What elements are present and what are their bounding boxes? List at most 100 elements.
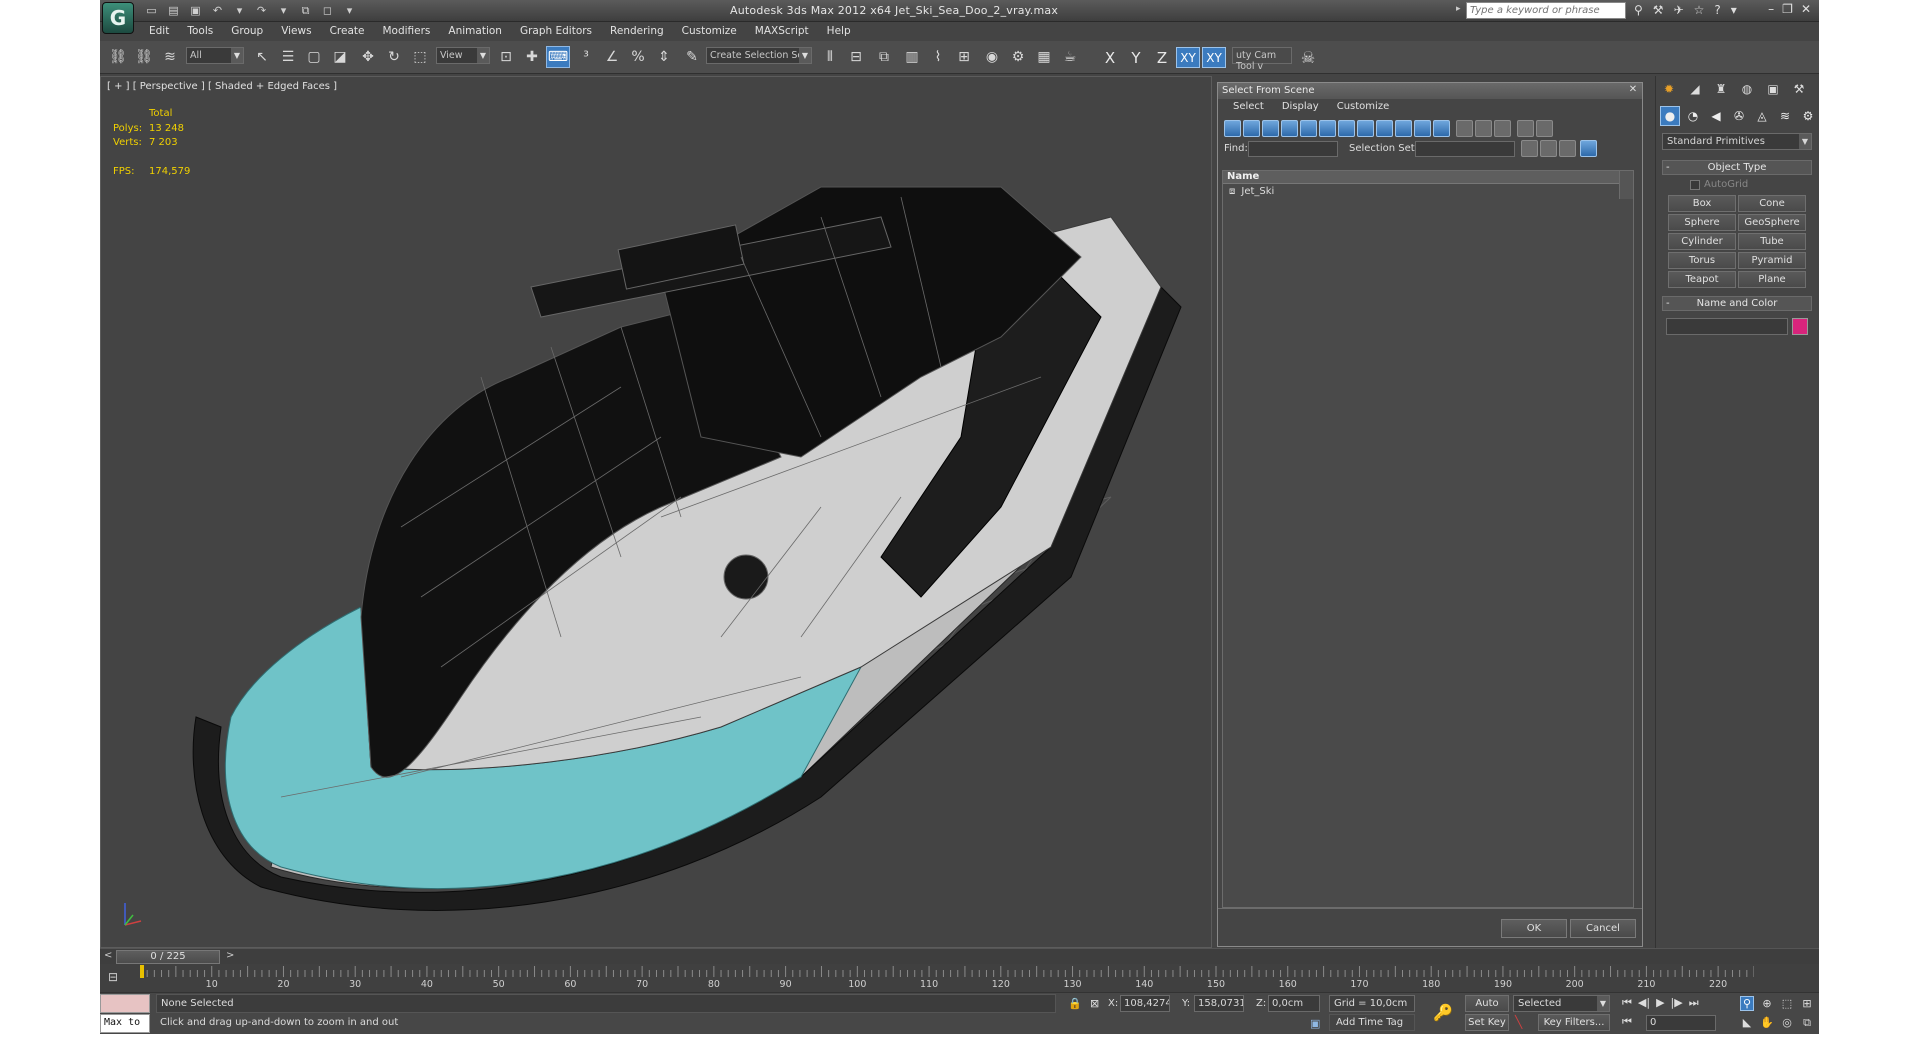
lights-icon[interactable]: ◀ (1706, 106, 1726, 126)
perspective-viewport[interactable]: [ + ] [ Perspective ] [ Shaded + Edged F… (100, 76, 1212, 948)
undo-dropdown-icon[interactable]: ▾ (232, 3, 247, 18)
mirror-icon[interactable]: ⫴ (818, 46, 842, 68)
object-name-input[interactable] (1666, 318, 1788, 335)
unlink-icon[interactable]: ⛓ (132, 46, 156, 68)
display-geometry-icon[interactable] (1224, 120, 1241, 137)
skull-icon[interactable]: ☠ (1296, 46, 1320, 68)
hold-icon[interactable]: ⧉ (298, 3, 313, 18)
custom-tool-button[interactable]: uty Cam Tool v (1232, 47, 1292, 72)
dialog-menu-customize[interactable]: Customize (1328, 99, 1399, 117)
spinner-snap-icon[interactable]: ⇕ (652, 46, 676, 68)
snaps-toggle-icon[interactable]: ³ (574, 46, 598, 68)
select-scale-icon[interactable]: ⬚ (408, 46, 432, 68)
display-tab-icon[interactable]: ▣ (1764, 80, 1782, 98)
undo-icon[interactable]: ↶ (210, 3, 225, 18)
menu-maxscript[interactable]: MAXScript (746, 22, 818, 40)
maxscript-mini-listener[interactable]: Max to (100, 1014, 150, 1033)
communication-icon[interactable]: ✈ (1674, 3, 1684, 17)
display-space-warps-icon[interactable] (1319, 120, 1336, 137)
display-groups-icon[interactable] (1338, 120, 1355, 137)
menu-create[interactable]: Create (321, 22, 374, 40)
key-mode-toggle-icon[interactable]: ⏮ (1622, 1015, 1632, 1029)
cylinder-button[interactable]: Cylinder (1668, 233, 1736, 250)
systems-icon[interactable]: ⚙ (1798, 106, 1818, 126)
render-setup-icon[interactable]: ⚙ (1006, 46, 1030, 68)
x-coord-field[interactable]: 108,4274cl (1120, 995, 1170, 1012)
menu-rendering[interactable]: Rendering (601, 22, 673, 40)
rectangular-selection-icon[interactable]: ▢ (302, 46, 326, 68)
autogrid-option[interactable]: AutoGrid (1690, 179, 1748, 190)
link-icon[interactable]: ⛓ (106, 46, 130, 68)
zoom-icon[interactable]: ⚲ (1740, 996, 1754, 1011)
cone-button[interactable]: Cone (1738, 195, 1806, 212)
maximize-viewport-icon[interactable]: ⧉ (1800, 1015, 1814, 1030)
redo-icon[interactable]: ↷ (254, 3, 269, 18)
display-bones-icon[interactable] (1376, 120, 1393, 137)
material-editor-icon[interactable]: ◉ (980, 46, 1004, 68)
dialog-menu-display[interactable]: Display (1273, 99, 1328, 117)
select-none-icon[interactable] (1540, 140, 1557, 157)
menu-graph-editors[interactable]: Graph Editors (511, 22, 601, 40)
motion-tab-icon[interactable]: ◍ (1738, 80, 1756, 98)
viewport-label-menu[interactable]: [ + ] [ Perspective ] [ Shaded + Edged F… (107, 81, 337, 92)
select-object-icon[interactable]: ↖ (250, 46, 274, 68)
restore-icon[interactable]: ❐ (1782, 2, 1793, 16)
list-header-name[interactable]: Name (1223, 171, 1633, 184)
add-time-tag-button[interactable]: Add Time Tag (1329, 1014, 1415, 1031)
display-xrefs-icon[interactable] (1357, 120, 1374, 137)
maxscript-listener-output[interactable] (100, 994, 150, 1013)
key-icon[interactable]: 🔑 (1433, 1003, 1453, 1022)
selection-filter-dropdown[interactable]: All ▼ (186, 47, 244, 64)
autogrid-checkbox[interactable] (1690, 179, 1700, 190)
menu-edit[interactable]: Edit (140, 22, 178, 40)
tube-button[interactable]: Tube (1738, 233, 1806, 250)
track-bar[interactable]: ⊟ 10 20 30 40 50 60 70 80 90 100 110 120 130 140 150 16… (100, 964, 1819, 992)
display-shapes-icon[interactable] (1243, 120, 1260, 137)
angle-snap-icon[interactable]: ∠ (600, 46, 624, 68)
layer-manager-icon[interactable]: ⧉ (872, 46, 896, 68)
bind-space-warp-icon[interactable]: ≋ (158, 46, 182, 68)
go-to-end-icon[interactable]: ⏭ (1689, 996, 1699, 1010)
subscription-icon[interactable]: ⚒ (1653, 3, 1664, 17)
favorites-icon[interactable]: ☆ (1694, 3, 1705, 17)
previous-frame-icon[interactable]: ◀| (1638, 996, 1650, 1010)
display-containers-icon[interactable] (1395, 120, 1412, 137)
sync-selection-icon[interactable] (1580, 140, 1597, 157)
select-manipulate-icon[interactable]: ✚ (520, 46, 544, 68)
select-invert-icon[interactable] (1559, 140, 1576, 157)
set-key-button[interactable]: Set Key (1465, 1014, 1509, 1031)
go-to-start-icon[interactable]: ⏮ (1622, 996, 1632, 1010)
edit-named-selection-icon[interactable]: ✎ (680, 46, 704, 68)
teapot-button[interactable]: Teapot (1668, 271, 1736, 288)
ok-button[interactable]: OK (1501, 919, 1567, 938)
select-move-icon[interactable]: ✥ (356, 46, 380, 68)
search-expand-icon[interactable]: ▸ (1456, 4, 1461, 14)
helpers-icon[interactable]: ◬ (1752, 106, 1772, 126)
percent-snap-icon[interactable]: % (626, 46, 650, 68)
next-frame-icon[interactable]: |▶ (1671, 996, 1683, 1010)
current-frame-field[interactable]: 0 (1646, 1015, 1716, 1031)
orbit-icon[interactable]: ◎ (1780, 1015, 1794, 1030)
cameras-icon[interactable]: ✇ (1729, 106, 1749, 126)
graphite-ribbon-icon[interactable]: ▥ (900, 46, 924, 68)
time-slider-prev-icon[interactable]: < (104, 950, 112, 961)
zoom-extents-all-icon[interactable]: ⊞ (1800, 996, 1814, 1011)
menu-animation[interactable]: Animation (439, 22, 511, 40)
display-all-icon[interactable] (1456, 120, 1473, 137)
schematic-view-icon[interactable]: ⊞ (952, 46, 976, 68)
default-tangents-icon[interactable]: ╲ (1515, 1015, 1522, 1029)
hierarchy-tab-icon[interactable]: ♜ (1712, 80, 1730, 98)
primitive-category-dropdown[interactable]: Standard Primitives ▼ (1662, 133, 1812, 150)
absolute-mode-icon[interactable]: ⊠ (1090, 997, 1099, 1010)
play-icon[interactable]: ▶ (1656, 996, 1664, 1010)
keyboard-shortcut-override-icon[interactable]: ⌨ (546, 46, 570, 68)
key-filters-button[interactable]: Key Filters... (1538, 1014, 1610, 1031)
geometry-icon[interactable]: ● (1660, 106, 1680, 126)
pyramid-button[interactable]: Pyramid (1738, 252, 1806, 269)
zoom-all-icon[interactable]: ⊕ (1760, 996, 1774, 1011)
geosphere-button[interactable]: GeoSphere (1738, 214, 1806, 231)
sphere-button[interactable]: Sphere (1668, 214, 1736, 231)
binoculars-icon[interactable]: ⚲ (1634, 3, 1643, 17)
y-coord-field[interactable]: 158,0731cl (1194, 995, 1244, 1012)
select-rotate-icon[interactable]: ↻ (382, 46, 406, 68)
